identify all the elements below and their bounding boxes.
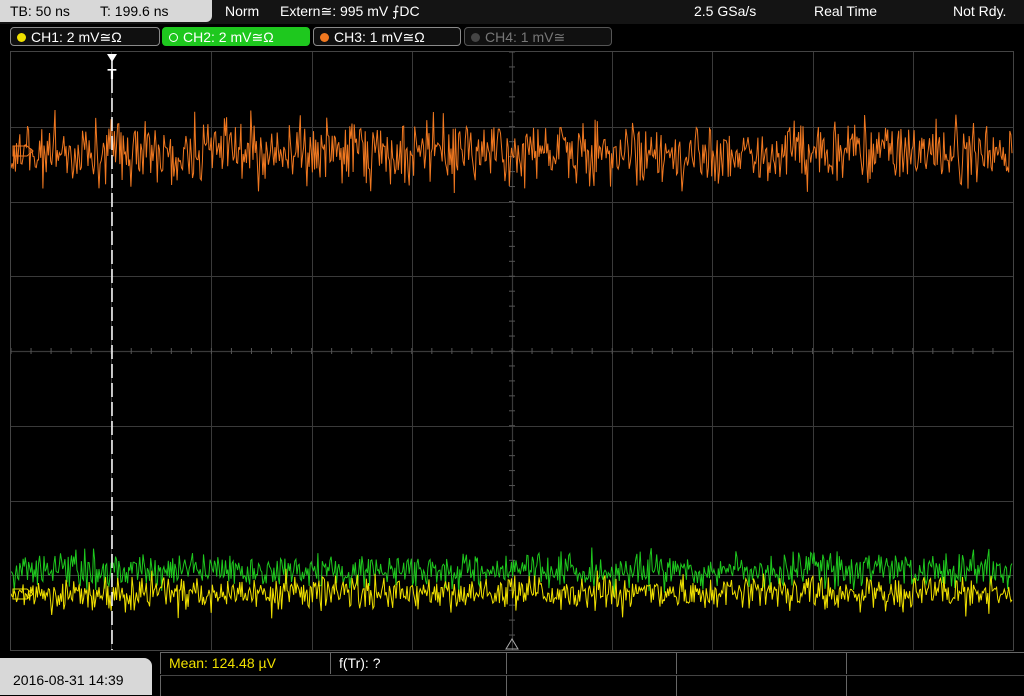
channel-2-dot-icon [169, 33, 178, 42]
channel-4-dot-icon [471, 33, 480, 42]
measurement-cell-7[interactable] [506, 675, 676, 696]
trigger-source-label[interactable]: Extern≅: 995 mV ⨍DC [280, 3, 420, 20]
channel-3-trace [11, 109, 1013, 194]
datetime-panel: 2016-08-31 14:39 [0, 658, 152, 695]
measurement-cell-5[interactable] [846, 653, 1024, 674]
graticule-grid [11, 52, 1013, 650]
datetime-label: 2016-08-31 14:39 [13, 672, 124, 688]
bottom-bar: 2016-08-31 14:39 Mean: 124.48 µV f(Tr): … [0, 652, 1024, 696]
waveform-canvas[interactable]: T [11, 52, 1013, 650]
channel-3-button[interactable]: CH3: 1 mV≅Ω [313, 27, 461, 46]
trigger-marker-label: T [107, 66, 116, 83]
channel-1-button[interactable]: CH1: 2 mV≅Ω [10, 27, 160, 46]
timebase-panel[interactable]: TB: 50 ns T: 199.6 ns [0, 0, 212, 22]
channel-3-label: CH3: 1 mV≅Ω [334, 29, 425, 45]
channel-bar: CH1: 2 mV≅Ω CH2: 2 mV≅Ω CH3: 1 mV≅Ω CH4:… [0, 25, 1024, 49]
measurement-cell-4[interactable] [676, 653, 846, 674]
trigger-mode-label[interactable]: Norm [225, 3, 259, 19]
trigger-position-arrow-icon [107, 54, 117, 62]
measurement-cell-8[interactable] [676, 675, 846, 696]
status-bar: TB: 50 ns T: 199.6 ns Norm Extern≅: 995 … [0, 0, 1024, 24]
measurement-cell-9[interactable] [846, 675, 1024, 696]
measurement-cell-3[interactable] [506, 653, 676, 674]
measurement-cell-6[interactable] [160, 675, 506, 696]
channel-2-trace [11, 547, 1013, 598]
channel-2-button[interactable]: CH2: 2 mV≅Ω [162, 27, 310, 46]
channel-4-button[interactable]: CH4: 1 mV≅ [464, 27, 612, 46]
sample-rate-label[interactable]: 2.5 GSa/s [694, 3, 756, 19]
timebase-label[interactable]: TB: 50 ns [10, 3, 70, 19]
waveform-display[interactable]: T [10, 51, 1014, 651]
channel-3-dot-icon [320, 33, 329, 42]
measurement-mean-label: Mean: 124.48 µV [169, 655, 276, 671]
measurement-cell-1[interactable]: Mean: 124.48 µV [160, 653, 330, 674]
channel-2-label: CH2: 2 mV≅Ω [183, 29, 274, 45]
measurement-frequency-label: f(Tr): ? [339, 655, 381, 671]
channel-1-label: CH1: 2 mV≅Ω [31, 29, 122, 45]
channel-1-dot-icon [17, 33, 26, 42]
measurement-panel[interactable]: Mean: 124.48 µV f(Tr): ? [160, 652, 1024, 696]
acquisition-mode-label[interactable]: Real Time [814, 3, 877, 19]
channel-4-label: CH4: 1 mV≅ [485, 29, 566, 45]
trigger-position-label[interactable]: T: 199.6 ns [100, 3, 169, 19]
measurement-cell-2[interactable]: f(Tr): ? [330, 653, 506, 674]
acquisition-status-label: Not Rdy. [953, 3, 1007, 19]
